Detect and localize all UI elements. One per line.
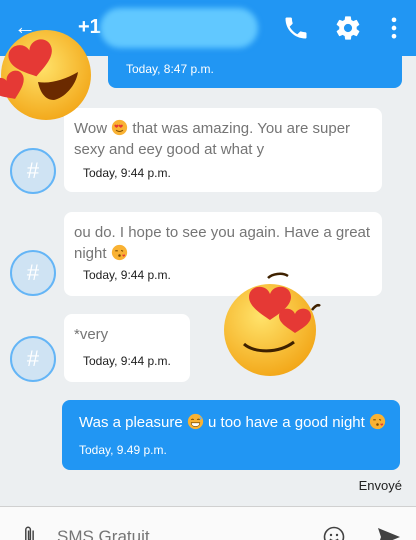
- grin-sweat-emoji: [187, 413, 203, 430]
- message-bubble-outgoing[interactable]: Today, 8:47 p.m.: [108, 56, 402, 88]
- message-composer: [0, 506, 416, 540]
- sms-input[interactable]: [57, 527, 297, 540]
- message-bubble-incoming[interactable]: *very Today, 9:44 p.m.: [64, 314, 190, 382]
- message-timestamp: Today, 9.49 p.m.: [79, 443, 167, 457]
- message-timestamp: Today, 9:44 p.m.: [83, 354, 171, 368]
- redacted-contact-number: [100, 8, 258, 48]
- message-timestamp: Today, 9:44 p.m.: [83, 268, 171, 282]
- delivery-status: Envoyé: [358, 478, 402, 493]
- message-text: *very: [74, 326, 109, 343]
- message-timestamp: Today, 8:47 p.m.: [126, 62, 214, 76]
- heart-eyes-emoji: [112, 119, 128, 136]
- avatar[interactable]: #: [10, 250, 56, 296]
- kiss-emoji: [369, 413, 386, 430]
- message-text: u too have a good night: [208, 414, 365, 431]
- message-bubble-outgoing[interactable]: Was a pleasure u too have a good night T…: [62, 400, 400, 470]
- message-text: Was a pleasure: [79, 414, 183, 431]
- paperclip-icon[interactable]: [18, 525, 40, 540]
- gear-icon[interactable]: [334, 14, 362, 42]
- kiss-emoji: [111, 244, 127, 261]
- smiley-icon[interactable]: [322, 525, 346, 540]
- avatar[interactable]: #: [10, 336, 56, 382]
- phone-icon[interactable]: [282, 14, 310, 42]
- avatar[interactable]: #: [10, 148, 56, 194]
- heart-eyes-sticker: [224, 272, 321, 376]
- send-icon[interactable]: [376, 525, 402, 540]
- message-bubble-incoming[interactable]: Wow that was amazing. You are super sexy…: [64, 108, 382, 192]
- message-timestamp: Today, 9:44 p.m.: [83, 166, 171, 180]
- heart-eyes-sticker: [0, 30, 91, 120]
- more-vert-icon[interactable]: [380, 14, 408, 42]
